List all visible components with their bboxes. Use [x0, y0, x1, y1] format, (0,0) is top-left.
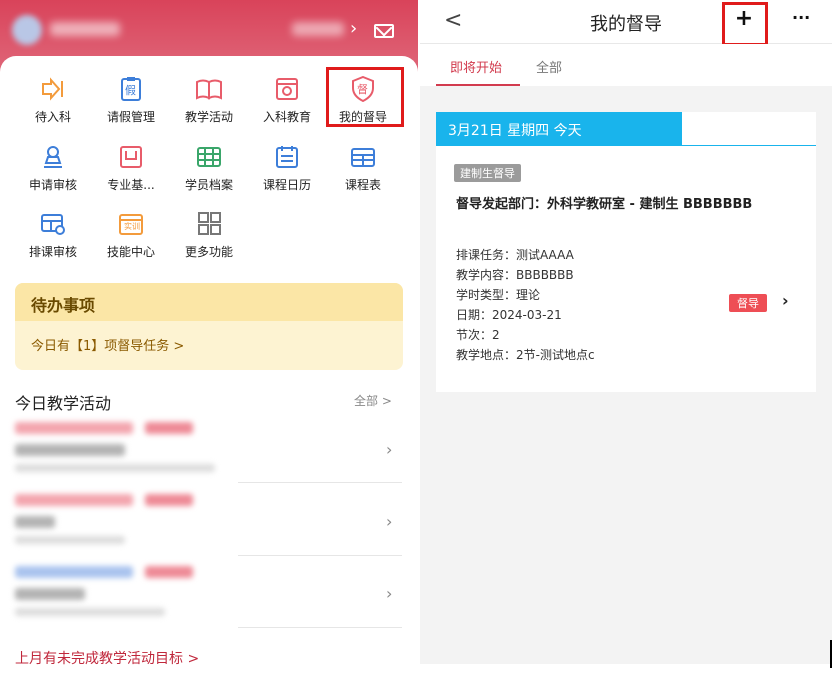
stamp-icon — [39, 144, 67, 170]
todo-card[interactable]: 待办事项 今日有【1】项督导任务 > — [15, 283, 403, 370]
menu-item-professional-base[interactable]: 专业基... — [92, 144, 170, 204]
menu-item-application-review[interactable]: 申请审核 — [14, 144, 92, 204]
page-title: 我的督导 — [590, 14, 662, 35]
back-chevron-icon[interactable]: < — [444, 8, 462, 33]
activity-redacted-line — [15, 608, 165, 616]
schedule-review-icon — [39, 211, 67, 237]
tab-all[interactable]: 全部 — [536, 57, 562, 76]
activity-redacted-tag — [145, 422, 193, 434]
activity-redacted-line — [15, 536, 125, 544]
highlight-box-add-button — [722, 2, 768, 46]
enter-dept-icon — [39, 76, 67, 102]
nav-bar: 我的督导 < + ··· — [420, 0, 832, 44]
card-title: 督导发起部门：外科学教研室 - 建制生 BBBBBBB — [456, 197, 753, 212]
chevron-right-icon[interactable]: › — [350, 18, 357, 39]
activity-item[interactable]: › — [15, 494, 403, 564]
detail-location: 教学地点：2节-测试地点c — [456, 348, 595, 362]
detail-hour-type: 学时类型：理论 — [456, 288, 541, 302]
activity-redacted-line — [15, 516, 55, 528]
menu-item-pending-entry[interactable]: 待入科 — [14, 76, 92, 136]
activity-redacted-line — [15, 494, 133, 506]
detail-period: 节次：2 — [456, 328, 500, 342]
user-name-redacted — [50, 22, 120, 36]
detail-date: 日期：2024-03-21 — [456, 308, 562, 322]
activity-redacted-line — [15, 566, 133, 578]
menu-item-teaching-activity[interactable]: 教学活动 — [170, 76, 248, 136]
user-avatar[interactable] — [12, 15, 42, 45]
supervise-status-badge[interactable]: 督导 — [729, 294, 767, 312]
menu-item-schedule-review[interactable]: 排课审核 — [14, 211, 92, 271]
divider — [238, 627, 402, 628]
more-grid-icon — [195, 211, 223, 237]
activity-item[interactable]: › — [15, 566, 403, 636]
activity-redacted-line — [15, 464, 215, 472]
book-icon — [195, 76, 223, 102]
tab-upcoming[interactable]: 即将开始 — [450, 57, 502, 76]
archive-icon — [195, 144, 223, 170]
skill-icon: 实训 — [117, 211, 145, 237]
leave-icon: 假 — [117, 76, 145, 102]
todo-title: 待办事项 — [15, 283, 403, 321]
more-dots-icon[interactable]: ··· — [792, 8, 810, 27]
chevron-right-icon[interactable]: › — [782, 291, 789, 310]
menu-item-skill-center[interactable]: 实训 技能中心 — [92, 211, 170, 271]
detail-teaching-content: 教学内容：BBBBBBB — [456, 268, 574, 282]
activity-redacted-line — [15, 588, 85, 600]
menu-item-more-functions[interactable]: 更多功能 — [170, 211, 248, 271]
schedule-icon — [349, 144, 377, 170]
menu-item-course-schedule[interactable]: 课程表 — [324, 144, 402, 204]
mail-icon[interactable] — [374, 24, 394, 38]
chevron-right-icon: › — [386, 584, 393, 603]
menu-item-entry-education[interactable]: 入科教育 — [248, 76, 326, 136]
my-supervision-panel: 我的督导 < + ··· 即将开始 全部 3月21日 星期四 今天 建制生督导 … — [420, 0, 832, 664]
detail-schedule-task: 排课任务：测试AAAA — [456, 248, 574, 262]
divider — [238, 482, 402, 483]
tab-bar: 即将开始 全部 — [420, 44, 832, 86]
education-icon — [273, 76, 301, 102]
supervision-card[interactable]: 建制生督导 督导发起部门：外科学教研室 - 建制生 BBBBBBB 排课任务：测… — [436, 146, 816, 392]
calendar-icon — [273, 144, 301, 170]
activity-redacted-line — [15, 444, 125, 456]
todo-supervision-link[interactable]: 今日有【1】项督导任务 > — [15, 321, 403, 368]
type-badge: 建制生督导 — [454, 164, 521, 182]
unfinished-goal-link[interactable]: 上月有未完成教学活动目标 > — [15, 648, 199, 668]
activity-redacted-line — [15, 422, 133, 434]
activity-redacted-tag — [145, 494, 193, 506]
supervision-list: 3月21日 星期四 今天 建制生督导 督导发起部门：外科学教研室 - 建制生 B… — [436, 112, 816, 392]
menu-item-student-archive[interactable]: 学员档案 — [170, 144, 248, 204]
active-tab-indicator — [436, 84, 520, 86]
chevron-right-icon: › — [386, 512, 393, 531]
date-header: 3月21日 星期四 今天 — [436, 112, 682, 146]
menu-item-course-calendar[interactable]: 课程日历 — [248, 144, 326, 204]
highlight-box-my-supervision — [326, 67, 404, 127]
today-activities-title: 今日教学活动 — [15, 394, 112, 413]
chevron-right-icon: › — [386, 440, 393, 459]
home-panel: › 待入科 假 请假管理 教学活动 入科教育 督 我的督导 申请审核 专业基..… — [0, 0, 418, 676]
base-icon — [117, 144, 145, 170]
header-info-redacted — [292, 22, 344, 36]
today-activities-all-link[interactable]: 全部 > — [354, 392, 392, 409]
activity-redacted-tag — [145, 566, 193, 578]
menu-item-leave[interactable]: 假 请假管理 — [92, 76, 170, 136]
divider — [238, 555, 402, 556]
